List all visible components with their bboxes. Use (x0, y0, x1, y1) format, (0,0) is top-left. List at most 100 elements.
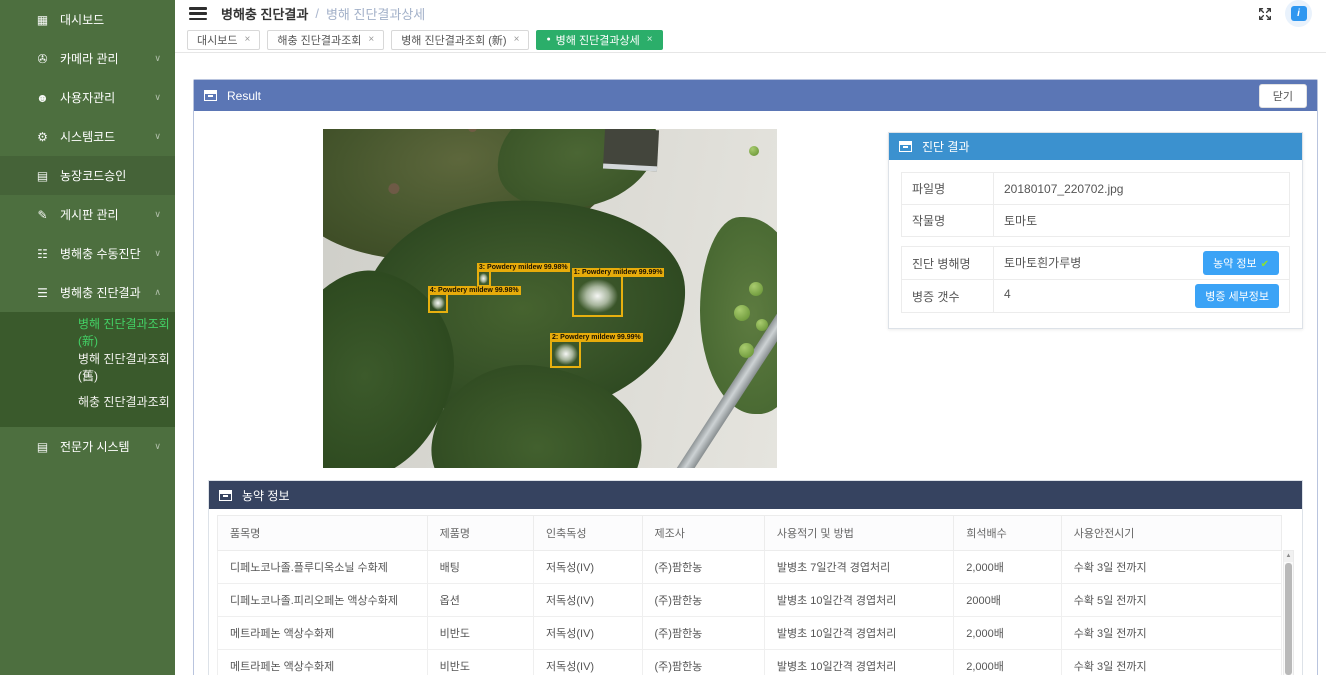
sidebar-item-label: 사용자관리 (60, 89, 115, 106)
farm-code-icon: ▤ (34, 169, 51, 183)
file-name-value: 20180107_220702.jpg (994, 173, 1290, 205)
scrollbar-thumb[interactable] (1285, 563, 1292, 675)
detection-box: 1: Powdery mildew 99.99% (572, 275, 623, 317)
tab[interactable]: 대시보드 × (187, 30, 260, 50)
pesticide-info-panel: 농약 정보 품목명제품명인축독성제조사사용적기 및 방법희석배수사용 (208, 480, 1303, 675)
fullscreen-icon[interactable] (1257, 6, 1273, 22)
board-icon: ✎ (34, 208, 51, 222)
pesticide-table-header-row: 품목명제품명인축독성제조사사용적기 및 방법희석배수사용안전시기 (218, 516, 1282, 551)
sidebar-subitem-label: 병해 진단결과조회 (舊) (78, 350, 175, 384)
sidebar-item[interactable]: ☻ 사용자관리 ∨ (0, 78, 175, 117)
hamburger-menu-icon[interactable] (189, 7, 207, 20)
tab-label: 해충 진단결과조회 (277, 32, 361, 48)
system-code-icon: ⚙ (34, 130, 51, 144)
tab-close-icon[interactable]: × (514, 34, 520, 45)
symptom-count-cell: 병증 세부정보 4 (994, 280, 1290, 313)
sidebar-item-label: 병해충 수동진단 (60, 245, 141, 262)
item-name-cell: 디페노코나졸.피리오페논 액상수화제 (218, 584, 428, 617)
usage-cell: 발병초 10일간격 경엽처리 (764, 584, 953, 617)
usage-cell: 발병초 10일간격 경엽처리 (764, 617, 953, 650)
pesticide-row: 디페노코나졸.피리오페논 액상수화제 옵션 저독성(IV) (주)팜한농 발병초… (218, 584, 1282, 617)
table-row: 병증 갯수 병증 세부정보 4 (902, 280, 1290, 313)
breadcrumb-separator: / (315, 6, 319, 21)
result-panel-header: Result 닫기 (194, 80, 1317, 111)
sidebar-menu-after: ▤ 전문가 시스템 ∨ (0, 427, 175, 466)
toxicity-cell: 저독성(IV) (533, 551, 642, 584)
table-row: 파일명 20180107_220702.jpg (902, 173, 1290, 205)
sidebar-item[interactable]: ☰ 병해충 진단결과 ∧ (0, 273, 175, 312)
sidebar-subitem[interactable]: 병해 진단결과조회 (新) (0, 314, 175, 349)
sidebar-item[interactable]: ▦ 대시보드 (0, 0, 175, 39)
file-name-label: 파일명 (902, 173, 994, 205)
dilution-cell: 2000배 (954, 584, 1061, 617)
sidebar-item[interactable]: ▤ 농장코드승인 (0, 156, 175, 195)
chevron-icon: ∨ (154, 441, 161, 452)
column-header: 희석배수 (954, 516, 1061, 551)
detection-box: 2: Powdery mildew 99.99% (550, 340, 581, 368)
top-bar: 병해충 진단결과 / 병해 진단결과상세 i (175, 0, 1326, 27)
table-scrollbar[interactable]: ▲ (1283, 550, 1294, 675)
maker-cell: (주)팜한농 (642, 650, 764, 675)
table-row: 진단 병해명 농약 정보✔ 토마토흰가루병 (902, 247, 1290, 280)
tab-label: 병해 진단결과상세 (556, 32, 640, 48)
info-button[interactable]: i (1285, 0, 1312, 27)
tab[interactable]: 병해 진단결과조회 (新) × (391, 30, 529, 50)
column-header: 인축독성 (533, 516, 642, 551)
tab-close-icon[interactable]: × (368, 34, 374, 45)
sidebar-item[interactable]: ☷ 병해충 수동진단 ∨ (0, 234, 175, 273)
product-name-cell: 비반도 (427, 650, 533, 675)
check-icon: ✔ (1261, 259, 1269, 270)
safety-period-cell: 수확 3일 전까지 (1061, 650, 1281, 675)
tab-close-icon[interactable]: × (244, 34, 250, 45)
toxicity-cell: 저독성(IV) (533, 650, 642, 675)
table-row: 작물명 토마토 (902, 205, 1290, 237)
sidebar-item-label: 전문가 시스템 (60, 438, 130, 455)
column-header: 제품명 (427, 516, 533, 551)
dilution-cell: 2,000배 (954, 551, 1061, 584)
safety-period-cell: 수확 3일 전까지 (1061, 551, 1281, 584)
tab[interactable]: 해충 진단결과조회 × (267, 30, 384, 50)
detection-label: 1: Powdery mildew 99.99% (572, 268, 665, 277)
pesticide-panel-title: 농약 정보 (242, 487, 290, 504)
content-area: Result 닫기 (175, 53, 1326, 675)
sidebar-subitem[interactable]: 해충 진단결과조회 (0, 384, 175, 419)
product-name-cell: 옵션 (427, 584, 533, 617)
mildew-spot (554, 343, 578, 364)
pesticide-info-button[interactable]: 농약 정보✔ (1203, 251, 1279, 275)
safety-period-cell: 수확 5일 전까지 (1061, 584, 1281, 617)
column-header: 품목명 (218, 516, 428, 551)
archive-icon (219, 490, 232, 501)
column-header: 사용안전시기 (1061, 516, 1281, 551)
pesticide-table-body: 디페노코나졸.플루디옥소닐 수화제 배팅 저독성(IV) (주)팜한농 발병초 … (218, 551, 1282, 675)
mildew-spot (479, 273, 487, 284)
dilution-cell: 2,000배 (954, 650, 1061, 675)
chevron-icon: ∨ (154, 53, 161, 64)
pesticide-row: 메트라페논 액상수화제 비반도 저독성(IV) (주)팜한농 발병초 10일간격… (218, 650, 1282, 675)
sidebar-item[interactable]: ✇ 카메라 관리 ∨ (0, 39, 175, 78)
tab-close-icon[interactable]: × (647, 34, 653, 45)
close-button[interactable]: 닫기 (1259, 84, 1307, 108)
sidebar-subitem[interactable]: 병해 진단결과조회 (舊) (0, 349, 175, 384)
diagnosis-file-table: 파일명 20180107_220702.jpg 작물명 토마토 (901, 172, 1290, 237)
tab[interactable]: ● 병해 진단결과상세 × (536, 30, 662, 50)
breadcrumb-section[interactable]: 병해충 진단결과 (221, 4, 308, 23)
item-name-cell: 디페노코나졸.플루디옥소닐 수화제 (218, 551, 428, 584)
sidebar-item-label: 시스템코드 (60, 128, 115, 145)
product-name-cell: 배팅 (427, 551, 533, 584)
result-top-row: 1: Powdery mildew 99.99% 2: Powdery mild… (208, 125, 1303, 468)
diagnosis-detail-table: 진단 병해명 농약 정보✔ 토마토흰가루병 병증 갯 (901, 246, 1290, 313)
pesticide-panel-header: 농약 정보 (209, 481, 1302, 509)
product-name-cell: 비반도 (427, 617, 533, 650)
scrollbar-up-arrow-icon[interactable]: ▲ (1284, 551, 1293, 562)
detection-label: 4: Powdery mildew 99.98% (428, 286, 521, 295)
sidebar-item[interactable]: ▤ 전문가 시스템 ∨ (0, 427, 175, 466)
archive-icon (204, 90, 217, 101)
symptom-detail-button[interactable]: 병증 세부정보 (1195, 284, 1279, 308)
tab-label: 대시보드 (197, 32, 237, 48)
sidebar-item[interactable]: ✎ 게시판 관리 ∨ (0, 195, 175, 234)
diagnosis-panel-header: 진단 결과 (889, 133, 1302, 160)
sidebar-subitem-label: 병해 진단결과조회 (新) (78, 315, 175, 349)
diagnosis-result-panel: 진단 결과 파일명 20180107_220702.jpg 작물명 토마 (888, 132, 1303, 329)
sidebar-item[interactable]: ⚙ 시스템코드 ∨ (0, 117, 175, 156)
tab-label: 병해 진단결과조회 (新) (401, 32, 506, 48)
